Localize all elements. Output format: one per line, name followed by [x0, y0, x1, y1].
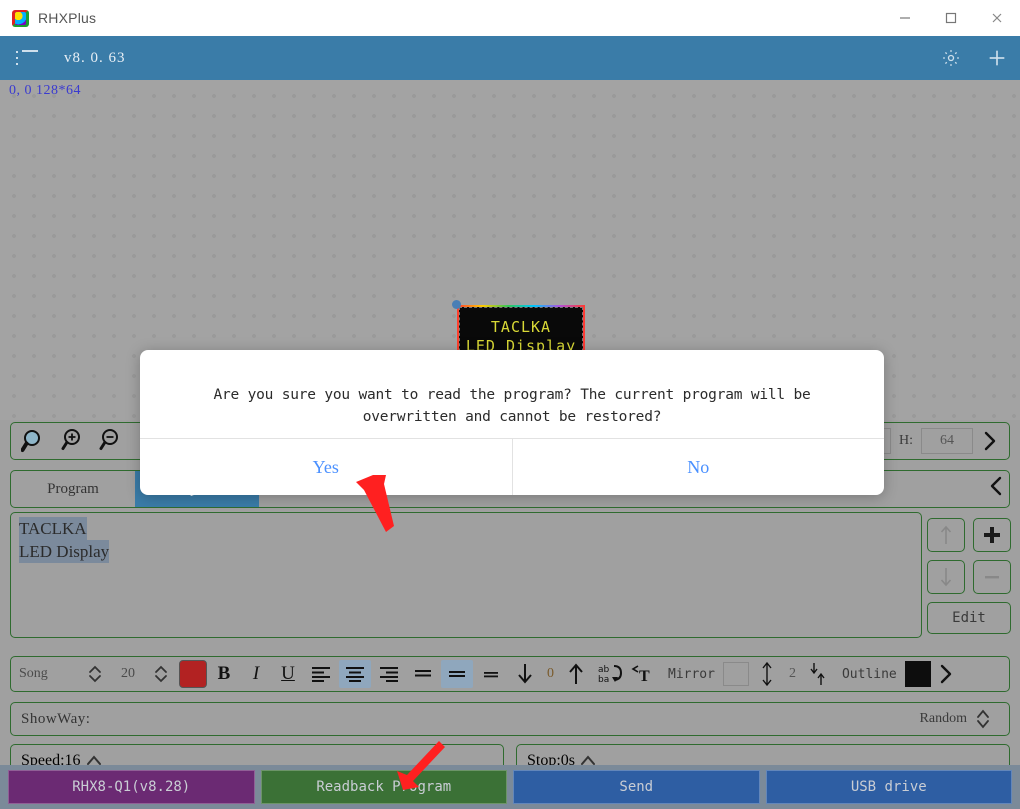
version-label: v8. 0. 63	[64, 50, 126, 67]
led-line-1: TACLKA	[491, 318, 551, 337]
text-return-icon[interactable]: T	[628, 660, 660, 688]
spacing-up-icon[interactable]	[560, 660, 592, 688]
mirror-label: Mirror	[668, 667, 715, 682]
app-logo-icon	[12, 10, 29, 27]
font-color-swatch[interactable]	[179, 660, 207, 688]
format-toolbar: Song 20 B I U 0 abba T Mirror 2	[10, 656, 1010, 692]
window-controls	[882, 0, 1020, 36]
outline-color-swatch[interactable]	[905, 661, 931, 687]
outline-label: Outline	[842, 667, 897, 682]
align-left-icon[interactable]	[305, 660, 337, 688]
tab-program[interactable]: Program	[11, 471, 135, 507]
showway-row[interactable]: ShowWay: Random	[10, 702, 1010, 736]
window-title: RHXPlus	[38, 10, 96, 26]
line-spacing-icon	[751, 660, 783, 688]
underline-button[interactable]: U	[273, 660, 303, 688]
plus-icon[interactable]	[982, 43, 1012, 73]
spacing-down-icon[interactable]	[509, 660, 541, 688]
height-label: H:	[895, 433, 917, 449]
maximize-icon[interactable]	[928, 0, 974, 36]
move-up-button[interactable]	[927, 518, 965, 552]
align-bottom-icon[interactable]	[475, 660, 507, 688]
dialog-yes-button[interactable]: Yes	[140, 439, 512, 495]
bold-button[interactable]: B	[209, 660, 239, 688]
chevron-right-icon[interactable]	[977, 426, 1003, 456]
showway-spinner[interactable]	[975, 707, 991, 731]
line-spacing-stepper[interactable]	[802, 660, 834, 688]
window-titlebar: RHXPlus	[0, 0, 1020, 36]
confirm-dialog: Are you sure you want to read the progra…	[140, 350, 884, 495]
chevron-right-icon[interactable]	[933, 659, 959, 689]
align-right-icon[interactable]	[373, 660, 405, 688]
dialog-message: Are you sure you want to read the progra…	[140, 350, 884, 428]
svg-text:T: T	[639, 668, 650, 685]
showway-value[interactable]: Random	[920, 711, 967, 727]
list-item[interactable]: TACLKA	[19, 517, 87, 540]
edit-button[interactable]: Edit	[927, 602, 1011, 634]
remove-button[interactable]	[973, 560, 1011, 594]
device-button[interactable]: RHX8-Q1(v8.28)	[8, 770, 255, 804]
height-input[interactable]: 64	[921, 428, 973, 454]
caption-text-list[interactable]: TACLKA LED Display	[10, 512, 922, 638]
font-size-spinner[interactable]	[153, 662, 169, 686]
close-icon[interactable]	[974, 0, 1020, 36]
line-spacing-value[interactable]: 2	[785, 666, 800, 682]
bottom-action-bar: RHX8-Q1(v8.28) Readback Program Send USB…	[0, 765, 1020, 809]
magnifier-plus-icon[interactable]	[55, 426, 89, 456]
app-header-actions	[936, 36, 1012, 80]
readback-program-button[interactable]: Readback Program	[261, 770, 508, 804]
hamburger-menu-icon[interactable]	[16, 50, 38, 66]
canvas-coordinates: 0, 0 128*64	[9, 83, 81, 99]
showway-label: ShowWay:	[21, 711, 90, 728]
add-button[interactable]	[973, 518, 1011, 552]
chevron-left-icon[interactable]	[983, 471, 1009, 501]
font-size-select[interactable]: 20	[113, 666, 143, 682]
svg-text:ba: ba	[598, 675, 609, 685]
dialog-buttons: Yes No	[140, 439, 884, 495]
minimize-icon[interactable]	[882, 0, 928, 36]
font-name-select[interactable]: Song	[19, 666, 77, 682]
send-button[interactable]: Send	[513, 770, 760, 804]
resize-handle-top-left[interactable]	[452, 300, 461, 309]
ab-ba-icon[interactable]: abba	[594, 660, 626, 688]
align-center-icon[interactable]	[339, 660, 371, 688]
italic-button[interactable]: I	[241, 660, 271, 688]
font-name-spinner[interactable]	[87, 662, 103, 686]
magnifier-minus-icon[interactable]	[93, 426, 127, 456]
usb-drive-button[interactable]: USB drive	[766, 770, 1013, 804]
move-down-button[interactable]	[927, 560, 965, 594]
svg-text:ab: ab	[598, 665, 610, 675]
list-item[interactable]: LED Display	[19, 540, 109, 563]
dialog-no-button[interactable]: No	[513, 439, 885, 495]
gear-icon[interactable]	[936, 43, 966, 73]
list-side-buttons: Edit	[927, 512, 1011, 638]
spacing-value[interactable]: 0	[543, 666, 558, 682]
align-middle-icon[interactable]	[441, 660, 473, 688]
mirror-checkbox[interactable]	[723, 662, 749, 686]
align-top-icon[interactable]	[407, 660, 439, 688]
app-header: v8. 0. 63	[0, 36, 1020, 80]
magnifier-icon[interactable]	[17, 426, 51, 456]
